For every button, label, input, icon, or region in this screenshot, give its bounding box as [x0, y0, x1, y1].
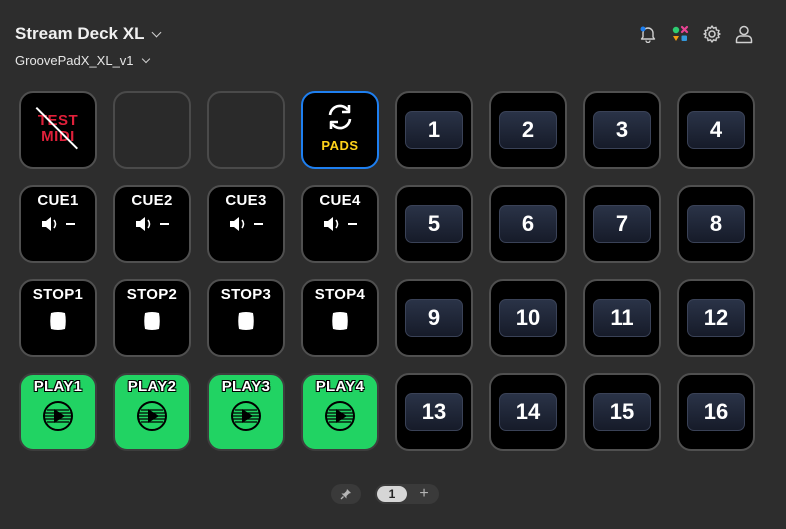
pad-number: 10	[515, 305, 541, 330]
key-pad-3[interactable]: 3	[583, 91, 661, 169]
key-pad-6[interactable]: 6	[489, 185, 567, 263]
profile-selector[interactable]: GroovePadX_XL_v1	[15, 53, 160, 68]
chevron-down-icon	[141, 54, 150, 63]
key-cue-2[interactable]: CUE2	[113, 185, 191, 263]
stop-label: STOP3	[220, 286, 272, 303]
pad-number: 14	[515, 399, 541, 424]
pads-label: PADS	[321, 138, 359, 153]
key-empty-1[interactable]	[113, 91, 191, 169]
pad-number: 7	[615, 211, 629, 236]
refresh-icon	[325, 103, 355, 136]
key-pad-12[interactable]: 12	[677, 279, 755, 357]
user-icon[interactable]	[734, 24, 754, 44]
key-pad-11[interactable]: 11	[583, 279, 661, 357]
page-1-button[interactable]: 1	[377, 486, 407, 502]
play-icon	[42, 400, 74, 437]
play-label: PLAY2	[127, 378, 177, 395]
key-cue-3[interactable]: CUE3	[207, 185, 285, 263]
key-play-2[interactable]: PLAY2	[113, 373, 191, 451]
play-label: PLAY4	[315, 378, 365, 395]
key-play-4[interactable]: PLAY4	[301, 373, 379, 451]
play-icon	[324, 400, 356, 437]
key-stop-3[interactable]: STOP3	[207, 279, 285, 357]
key-pad-16[interactable]: 16	[677, 373, 755, 451]
stop-icon	[235, 310, 257, 337]
key-stop-1[interactable]: STOP1	[19, 279, 97, 357]
key-pad-2[interactable]: 2	[489, 91, 567, 169]
stop-label: STOP2	[126, 286, 178, 303]
pad-number: 5	[427, 211, 441, 236]
key-pad-1[interactable]: 1	[395, 91, 473, 169]
pad-number: 13	[421, 399, 447, 424]
key-pad-4[interactable]: 4	[677, 91, 755, 169]
key-cue-4[interactable]: CUE4	[301, 185, 379, 263]
key-pad-7[interactable]: 7	[583, 185, 661, 263]
marketplace-icon[interactable]	[670, 24, 690, 44]
stop-label: STOP4	[314, 286, 366, 303]
cue-label: CUE2	[131, 192, 173, 209]
speaker-minus-icon	[228, 216, 264, 232]
key-pad-10[interactable]: 10	[489, 279, 567, 357]
key-pad-14[interactable]: 14	[489, 373, 567, 451]
cue-label: CUE3	[225, 192, 267, 209]
test-midi-line1: TEST	[37, 112, 79, 129]
chevron-down-icon	[152, 27, 162, 37]
profile-name: GroovePadX_XL_v1	[15, 53, 134, 68]
cue-label: CUE4	[319, 192, 361, 209]
stop-label: STOP1	[32, 286, 84, 303]
pad-number: 2	[521, 117, 535, 142]
key-stop-2[interactable]: STOP2	[113, 279, 191, 357]
key-play-1[interactable]: PLAY1	[19, 373, 97, 451]
pad-number: 9	[427, 305, 441, 330]
key-empty-2[interactable]	[207, 91, 285, 169]
key-cue-1[interactable]: CUE1	[19, 185, 97, 263]
test-midi-label: TEST MIDI	[21, 93, 95, 167]
stop-icon	[141, 310, 163, 337]
key-pad-5[interactable]: 5	[395, 185, 473, 263]
cue-label: CUE1	[37, 192, 79, 209]
play-icon	[230, 400, 262, 437]
pad-number: 3	[615, 117, 629, 142]
speaker-minus-icon	[322, 216, 358, 232]
key-pad-15[interactable]: 15	[583, 373, 661, 451]
toolbar	[638, 24, 754, 44]
pad-number: 16	[703, 399, 729, 424]
pad-number: 12	[703, 305, 729, 330]
pad-number: 11	[610, 305, 634, 330]
key-pad-9[interactable]: 9	[395, 279, 473, 357]
pin-icon[interactable]	[331, 484, 361, 504]
add-page-button[interactable]: +	[411, 485, 437, 502]
pad-number: 8	[709, 211, 723, 236]
pad-number: 6	[521, 211, 535, 236]
stop-icon	[329, 310, 351, 337]
key-switch-pads[interactable]: PADS	[301, 91, 379, 169]
pad-number: 15	[609, 399, 635, 424]
key-pad-8[interactable]: 8	[677, 185, 755, 263]
play-icon	[136, 400, 168, 437]
header: Stream Deck XL GroovePadX_XL_v1	[15, 24, 162, 68]
page-navigator: 1 +	[331, 484, 439, 504]
key-stop-4[interactable]: STOP4	[301, 279, 379, 357]
device-name: Stream Deck XL	[15, 24, 145, 43]
key-test-midi[interactable]: TEST MIDI	[19, 91, 97, 169]
pad-number: 4	[709, 117, 723, 142]
gear-icon[interactable]	[702, 24, 722, 44]
stop-icon	[47, 310, 69, 337]
play-label: PLAY3	[221, 378, 271, 395]
speaker-minus-icon	[40, 216, 76, 232]
page-group: 1 +	[375, 484, 439, 504]
device-selector[interactable]: Stream Deck XL	[15, 24, 162, 44]
pad-number: 1	[427, 117, 441, 142]
key-pad-13[interactable]: 13	[395, 373, 473, 451]
key-grid: TEST MIDI PADS 1 2 3 4 CUE1 CUE2 CUE3 CU…	[19, 91, 755, 451]
play-label: PLAY1	[33, 378, 83, 395]
bell-icon[interactable]	[638, 24, 658, 44]
key-play-3[interactable]: PLAY3	[207, 373, 285, 451]
speaker-minus-icon	[134, 216, 170, 232]
